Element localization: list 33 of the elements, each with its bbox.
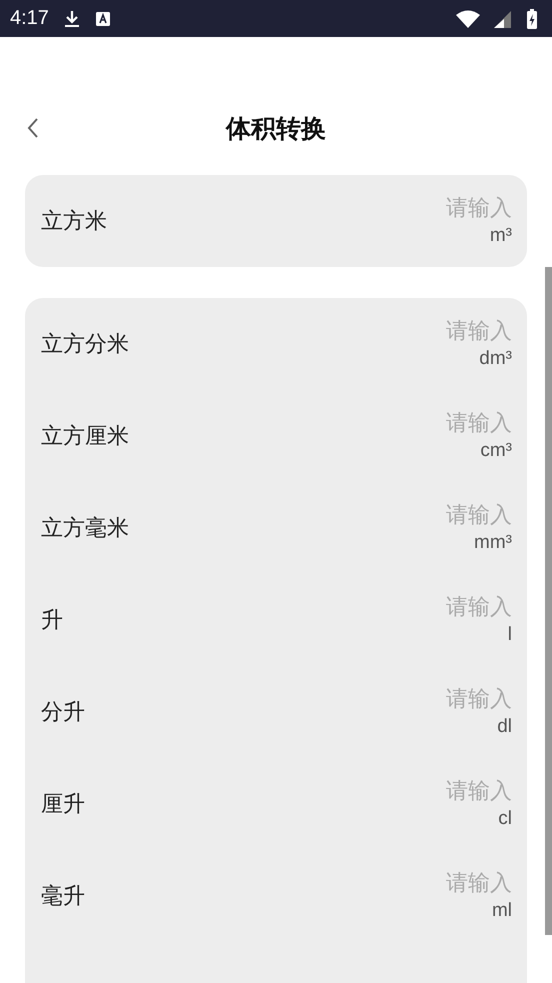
unit-symbol: dm³ [479, 348, 512, 370]
input-field[interactable]: 请输入 [392, 318, 512, 344]
unit-label: 立方毫米 [41, 515, 129, 543]
signal-icon [494, 10, 512, 28]
unit-symbol: dl [497, 716, 512, 738]
unit-symbol: ml [492, 900, 512, 922]
unit-symbol: cm³ [480, 440, 512, 462]
unit-symbol: m³ [490, 224, 512, 246]
wifi-icon [456, 10, 480, 28]
download-icon [62, 8, 81, 28]
keyboard-icon [94, 10, 111, 26]
input-field[interactable]: 请输入 [392, 686, 512, 712]
unit-symbol: l [508, 624, 512, 646]
input-field[interactable]: 请输入 [392, 594, 512, 620]
unit-label: 立方分米 [41, 331, 129, 359]
status-time: 4:17 [10, 7, 49, 30]
unit-label: 厘升 [41, 791, 85, 819]
battery-icon [526, 8, 538, 28]
input-field[interactable]: 请输入 [392, 410, 512, 436]
unit-label: 立方厘米 [41, 423, 129, 451]
page-title: 体积转换 [226, 113, 326, 145]
back-chevron-icon [26, 117, 40, 139]
unit-label: 立方米 [41, 208, 107, 236]
unit-label: 分升 [41, 699, 85, 727]
unit-label: 毫升 [41, 883, 85, 911]
input-field[interactable]: 请输入 [392, 196, 512, 220]
input-field[interactable]: 请输入 [392, 778, 512, 804]
scrollbar[interactable] [545, 267, 552, 935]
input-field[interactable]: 请输入 [392, 502, 512, 528]
unit-symbol: mm³ [474, 532, 512, 554]
input-field[interactable]: 请输入 [392, 870, 512, 896]
unit-symbol: cl [498, 808, 512, 830]
unit-label: 升 [41, 607, 63, 635]
